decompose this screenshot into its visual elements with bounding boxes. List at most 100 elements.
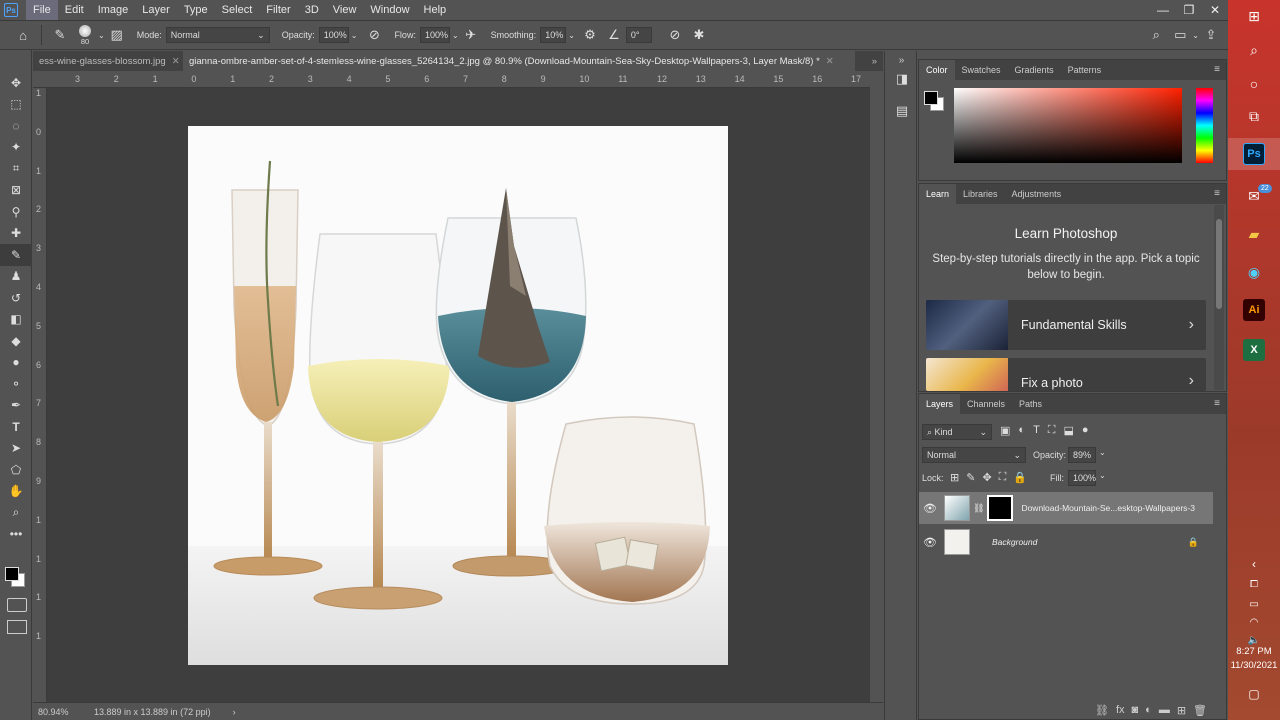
close-button[interactable]: ✕ (1202, 0, 1228, 20)
trash-icon[interactable]: 🗑 (1193, 704, 1207, 717)
cortana-icon[interactable]: ○ (1228, 68, 1280, 100)
chevron-down-icon[interactable]: ⌄ (1099, 471, 1106, 480)
menu-3d[interactable]: 3D (298, 0, 326, 20)
taskbar-photoshop[interactable]: Ps (1228, 138, 1280, 170)
chevron-down-icon[interactable]: ⌄ (568, 31, 575, 40)
mask-link-icon[interactable]: ⛓ (973, 503, 984, 514)
brush-settings-icon[interactable]: ▨ (108, 26, 126, 44)
layer-opacity-input[interactable]: 89% (1068, 447, 1096, 463)
blur-tool-icon[interactable]: ● (0, 352, 32, 374)
tab-gradients[interactable]: Gradients (1008, 60, 1061, 80)
foreground-color-swatch[interactable] (5, 567, 19, 581)
learn-card-fundamental-skills[interactable]: Fundamental Skills › (926, 300, 1206, 350)
chevron-down-icon[interactable]: ⌄ (351, 31, 358, 40)
lock-image-icon[interactable]: ✎ (966, 471, 975, 484)
restore-button[interactable]: ❐ (1176, 0, 1202, 20)
workspace-icon[interactable]: ▭ (1171, 26, 1189, 44)
move-tool-icon[interactable]: ✥ (0, 72, 32, 94)
menu-help[interactable]: Help (417, 0, 454, 20)
screen-mode-icon[interactable] (7, 620, 27, 634)
close-icon[interactable]: ✕ (172, 56, 180, 67)
symmetry-icon[interactable]: ✱ (690, 26, 708, 44)
share-icon[interactable]: ⇪ (1202, 26, 1220, 44)
layer-mask-thumbnail[interactable] (987, 495, 1014, 521)
pixel-filter-icon[interactable]: ▣ (1000, 424, 1010, 437)
doc-tab-gianna[interactable]: gianna-ombre-amber-set-of-4-stemless-win… (183, 51, 855, 71)
tab-swatches[interactable]: Swatches (955, 60, 1008, 80)
brush-tool-icon[interactable]: ✎ (51, 26, 69, 44)
frame-tool-icon[interactable]: ⊠ (0, 180, 32, 202)
properties-icon[interactable]: ▤ (891, 101, 913, 121)
adjustment-filter-icon[interactable]: ◐ (1018, 424, 1025, 437)
search-icon[interactable]: ⌕ (1147, 26, 1165, 44)
pressure-size-icon[interactable]: ⊘ (666, 26, 684, 44)
taskbar-edge[interactable]: ◉ (1228, 256, 1280, 288)
taskbar-excel[interactable]: X (1228, 334, 1280, 366)
home-icon[interactable]: ⌂ (14, 26, 32, 44)
chevron-down-icon[interactable]: ⌄ (98, 31, 105, 40)
quick-mask-icon[interactable] (7, 598, 27, 612)
flow-input[interactable]: 100% (419, 27, 450, 43)
chevron-down-icon[interactable]: ⌄ (1099, 448, 1106, 457)
visibility-eye-icon[interactable]: 👁 (919, 502, 941, 515)
document-canvas[interactable] (188, 126, 728, 665)
hue-slider[interactable] (1196, 88, 1213, 163)
opacity-input[interactable]: 100% (318, 27, 349, 43)
crop-tool-icon[interactable]: ⌗ (0, 158, 32, 180)
dodge-tool-icon[interactable]: ⚬ (0, 373, 32, 395)
fx-icon[interactable]: fx (1116, 704, 1125, 716)
mode-select[interactable]: Normal ⌄ (165, 27, 270, 43)
tab-color[interactable]: Color (919, 60, 955, 80)
airbrush-icon[interactable]: ✈ (462, 26, 480, 44)
menu-type[interactable]: Type (177, 0, 215, 20)
lasso-tool-icon[interactable]: ◌ (0, 115, 32, 137)
taskbar-date[interactable]: 11/30/2021 (1228, 660, 1280, 671)
tab-libraries[interactable]: Libraries (956, 184, 1005, 204)
layer-filter-kind[interactable]: ⌕ Kind ⌄ (922, 424, 992, 440)
tab-patterns[interactable]: Patterns (1061, 60, 1109, 80)
menu-filter[interactable]: Filter (259, 0, 297, 20)
lock-transparent-icon[interactable]: ⊞ (950, 471, 959, 484)
minimize-button[interactable]: — (1150, 0, 1176, 20)
color-panel-fg-swatch[interactable] (924, 91, 938, 105)
adjustment-layer-icon[interactable]: ◐ (1145, 704, 1152, 716)
healing-brush-tool-icon[interactable]: ✚ (0, 223, 32, 245)
tab-learn[interactable]: Learn (919, 184, 957, 204)
status-expand-icon[interactable]: › (233, 707, 236, 717)
menu-view[interactable]: View (326, 0, 364, 20)
windows-start-icon[interactable]: ⊞ (1228, 0, 1280, 32)
lock-position-icon[interactable]: ✥ (982, 471, 991, 484)
learn-card-fix-a-photo[interactable]: Fix a photo › (926, 358, 1206, 391)
menu-image[interactable]: Image (91, 0, 136, 20)
menu-file[interactable]: File (26, 0, 58, 20)
layer-row-mountain[interactable]: 👁 ⛓ Download-Mountain-Se...esktop-Wallpa… (919, 492, 1213, 524)
tab-adjustments[interactable]: Adjustments (1005, 184, 1069, 204)
notifications-icon[interactable]: ▢ (1228, 678, 1280, 710)
history-icon[interactable]: ◨ (891, 69, 913, 89)
more-tools-icon[interactable]: ••• (0, 524, 32, 546)
tabs-overflow-icon[interactable]: » (866, 51, 883, 71)
blend-mode-select[interactable]: Normal ⌄ (922, 447, 1026, 463)
smoothing-input[interactable]: 10% (540, 27, 567, 43)
smart-object-filter-icon[interactable]: ⬓ (1064, 424, 1074, 437)
menu-select[interactable]: Select (215, 0, 260, 20)
panel-menu-icon[interactable]: ≡ (1214, 188, 1220, 199)
path-select-tool-icon[interactable]: ➤ (0, 438, 32, 460)
clone-stamp-tool-icon[interactable]: ♟ (0, 266, 32, 288)
brush-tool-icon[interactable]: ✎ (0, 244, 32, 266)
brush-preset-picker[interactable]: 80 (72, 22, 98, 48)
group-icon[interactable]: ▬ (1159, 704, 1170, 716)
type-filter-icon[interactable]: T (1033, 424, 1040, 437)
taskbar-mail[interactable]: ✉ 22 (1228, 180, 1280, 212)
quick-select-tool-icon[interactable]: ✦ (0, 137, 32, 159)
new-layer-icon[interactable]: ⊞ (1177, 704, 1186, 717)
search-icon[interactable]: ⌕ (1228, 34, 1280, 66)
eyedropper-tool-icon[interactable]: ⚲ (0, 201, 32, 223)
scrollbar-thumb[interactable] (1216, 219, 1222, 309)
panel-menu-icon[interactable]: ≡ (1214, 64, 1220, 75)
tab-paths[interactable]: Paths (1012, 394, 1049, 414)
menu-window[interactable]: Window (363, 0, 416, 20)
link-layers-icon[interactable]: ⛓ (1095, 704, 1109, 717)
pressure-opacity-icon[interactable]: ⊘ (365, 26, 383, 44)
zoom-level[interactable]: 80.94% (38, 707, 88, 717)
